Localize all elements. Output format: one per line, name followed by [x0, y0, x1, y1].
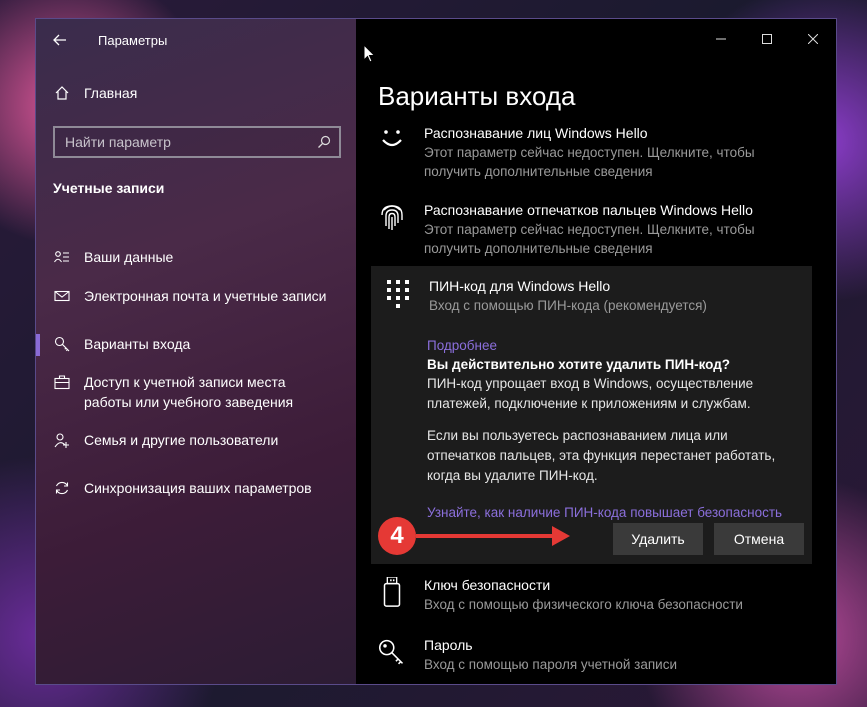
- option-title: Распознавание лиц Windows Hello: [424, 125, 648, 141]
- sidebar-item-sync[interactable]: Синхронизация ваших параметров: [36, 478, 356, 498]
- maximize-icon[interactable]: [744, 19, 790, 59]
- search-box: [53, 126, 341, 158]
- search-icon[interactable]: [317, 135, 331, 149]
- close-icon[interactable]: [790, 19, 836, 59]
- option-desc: Этот параметр сейчас недоступен. Щелкнит…: [424, 145, 755, 179]
- delete-question: Вы действительно хотите удалить ПИН-код?: [427, 357, 731, 372]
- content-pane: Варианты входа Распознавание лиц Windows…: [356, 19, 836, 684]
- fingerprint-option[interactable]: Распознавание отпечатков пальцев Windows…: [378, 200, 784, 258]
- search-input[interactable]: [65, 134, 305, 150]
- key-icon: [54, 336, 70, 352]
- window-title: Параметры: [98, 32, 168, 48]
- keypad-icon: [387, 280, 409, 308]
- more-link[interactable]: Подробнее: [427, 336, 807, 355]
- option-title: Ключ безопасности: [424, 577, 551, 593]
- minimize-icon[interactable]: [698, 19, 744, 59]
- pin-header[interactable]: ПИН-код для Windows Hello Вход с помощью…: [384, 276, 707, 315]
- home-icon: [55, 86, 69, 100]
- back-arrow-icon[interactable]: [48, 29, 72, 51]
- title-bar: Параметры: [48, 29, 167, 51]
- sync-icon: [55, 481, 69, 495]
- sidebar-item-family[interactable]: Семья и другие пользователи: [36, 430, 356, 450]
- page-title: Варианты входа: [378, 81, 576, 111]
- fingerprint-icon: [381, 205, 403, 230]
- security-key-option[interactable]: Ключ безопасности Вход с помощью физичес…: [378, 575, 743, 614]
- delete-button[interactable]: Удалить: [613, 523, 703, 555]
- sidebar-item-label: Ваши данные: [84, 249, 174, 265]
- step-badge: 4: [378, 517, 416, 555]
- sidebar: Параметры Главная Учетные записи Ваши да…: [36, 19, 356, 684]
- sidebar-item-label: Семья и другие пользователи: [84, 432, 279, 448]
- sidebar-item-label: Варианты входа: [84, 336, 191, 352]
- briefcase-icon: [54, 375, 70, 390]
- sidebar-item-label: Электронная почта и учетные записи: [84, 288, 327, 304]
- settings-window: Параметры Главная Учетные записи Ваши да…: [35, 18, 837, 685]
- pin-info-para2: Если вы пользуетесь распознаванием лица …: [427, 428, 776, 483]
- home-label: Главная: [84, 85, 138, 101]
- option-desc: Вход с помощью пароля учетной записи: [424, 657, 678, 672]
- sidebar-item-work-access[interactable]: Доступ к учетной записи места работы или…: [36, 372, 336, 412]
- window-controls: [698, 19, 836, 59]
- pin-title: ПИН-код для Windows Hello: [429, 278, 611, 294]
- pin-confirm-body: Подробнее Вы действительно хотите удалит…: [427, 336, 807, 522]
- cancel-button[interactable]: Отмена: [714, 523, 804, 555]
- face-recognition-option[interactable]: Распознавание лиц Windows Hello Этот пар…: [378, 123, 784, 181]
- pin-info-para1: ПИН-код упрощает вход в Windows, осущест…: [427, 376, 754, 411]
- pin-desc: Вход с помощью ПИН-кода (рекомендуется): [429, 298, 707, 313]
- step-annotation: 4: [378, 517, 578, 557]
- password-option[interactable]: Пароль Вход с помощью пароля учетной зап…: [378, 635, 677, 674]
- option-desc: Этот параметр сейчас недоступен. Щелкнит…: [424, 222, 755, 256]
- option-title: Распознавание отпечатков пальцев Windows…: [424, 202, 753, 218]
- sidebar-item-sign-in-options[interactable]: Варианты входа: [36, 334, 356, 356]
- sidebar-item-your-info[interactable]: Ваши данные: [36, 247, 356, 267]
- home-link[interactable]: Главная: [54, 85, 137, 101]
- option-desc: Вход с помощью физического ключа безопас…: [424, 597, 743, 612]
- sidebar-item-email[interactable]: Электронная почта и учетные записи: [36, 286, 356, 306]
- smile-face-icon: [382, 130, 402, 147]
- sidebar-item-label: Доступ к учетной записи места работы или…: [84, 374, 294, 410]
- arrow-line: [416, 534, 556, 538]
- sidebar-item-label: Синхронизация ваших параметров: [84, 480, 312, 496]
- key-icon: [378, 639, 404, 665]
- option-title: Пароль: [424, 637, 473, 653]
- person-add-icon: [54, 433, 69, 448]
- mail-icon: [54, 290, 70, 302]
- usb-key-icon: [383, 577, 401, 607]
- arrow-head: [552, 526, 570, 546]
- section-title: Учетные записи: [53, 180, 165, 196]
- person-card-icon: [54, 251, 69, 263]
- mouse-cursor-icon: [363, 44, 376, 63]
